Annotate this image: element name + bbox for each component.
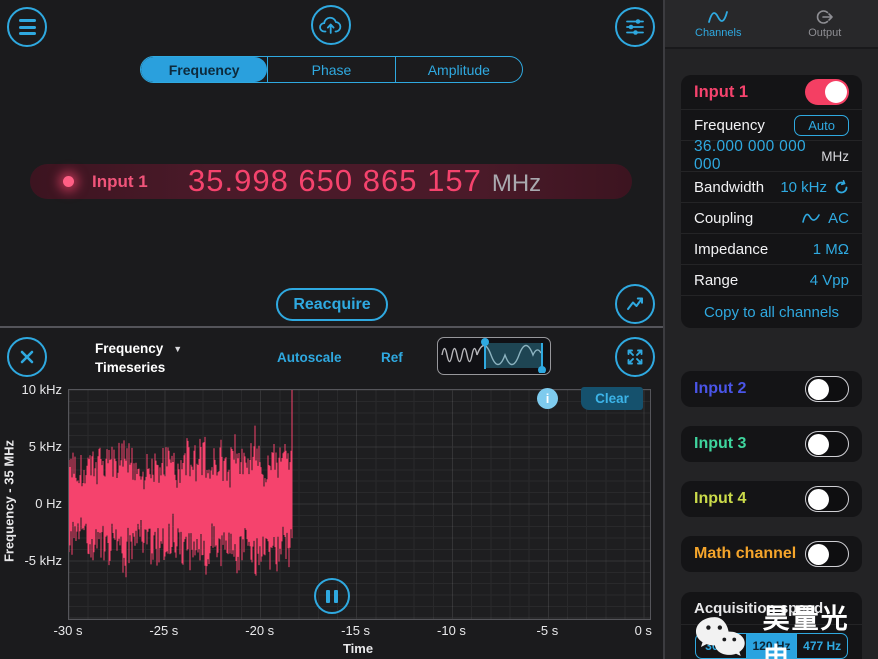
clear-button[interactable]: Clear (581, 387, 643, 410)
frequency-readout: Input 1 35.998 650 865 157 MHz (30, 164, 632, 199)
upload-button[interactable] (311, 5, 351, 45)
output-arrow-icon (816, 9, 833, 24)
range-label: Range (694, 271, 739, 289)
info-button[interactable]: i (537, 388, 558, 409)
x-tick-label: -25 s (149, 623, 179, 638)
sliders-icon (626, 19, 644, 35)
input3-toggle[interactable] (805, 431, 849, 457)
frequency-unit: MHz (821, 148, 849, 164)
y-tick-label: 10 kHz (21, 382, 62, 397)
status-dot (63, 176, 74, 187)
coupling-value[interactable]: AC (828, 210, 849, 227)
y-tick-label: 5 kHz (28, 438, 62, 454)
timebase-preview[interactable] (437, 337, 551, 375)
input3-panel: Input 3 (681, 426, 862, 462)
fullscreen-button[interactable] (615, 337, 655, 377)
refresh-icon[interactable] (834, 179, 849, 195)
pause-icon (326, 589, 330, 603)
readout-channel-label: Input 1 (92, 172, 148, 191)
sidebar-tab-output-label: Output (808, 26, 842, 39)
timeseries-title-line2: Timeseries (95, 360, 166, 375)
y-tick-label: 0 Hz (35, 495, 62, 511)
auto-frequency-button[interactable]: Auto (794, 114, 849, 136)
range-value[interactable]: 4 Vpp (810, 272, 849, 289)
math-channel-label: Math channel (694, 545, 797, 562)
x-tick-label: 0 s (634, 623, 652, 638)
x-tick-label: -30 s (53, 623, 83, 638)
readout-value: 35.998 650 865 157 (188, 163, 482, 198)
menu-button[interactable] (7, 7, 47, 47)
frequency-label: Frequency (694, 116, 765, 134)
copy-to-all-channels-button[interactable]: Copy to all channels (681, 295, 862, 328)
dropdown-caret-icon: ▼ (173, 344, 183, 354)
input3-label: Input 3 (694, 435, 747, 452)
timeseries-plot[interactable]: i Clear (68, 387, 651, 620)
frequency-counter-app: Frequency Phase Amplitude Input 1 35.998… (0, 0, 878, 659)
autoscale-button[interactable]: Autoscale (277, 350, 342, 365)
settings-button[interactable] (615, 7, 655, 47)
tab-amplitude[interactable]: Amplitude (394, 57, 522, 82)
readout-unit: MHz (491, 170, 542, 197)
sine-wave-icon (802, 213, 820, 223)
sine-wave-icon (708, 10, 729, 23)
hamburger-icon (18, 19, 36, 35)
math-channel-toggle[interactable] (805, 541, 849, 567)
timeseries-title-line1: Frequency (95, 341, 164, 356)
x-tick-label: -10 s (437, 623, 466, 638)
input4-panel: Input 4 (681, 481, 862, 517)
tab-frequency[interactable]: Frequency (141, 57, 268, 82)
x-axis-title: Time (342, 641, 374, 656)
y-axis-ticks: 10 kHz 5 kHz 0 Hz -5 kHz (0, 382, 62, 618)
input1-panel: Input 1 Frequency Auto 36.000 000 000 00… (681, 75, 862, 328)
section-divider (0, 326, 663, 328)
close-timeseries-button[interactable] (7, 337, 47, 377)
input2-panel: Input 2 (681, 371, 862, 407)
sidebar-tab-channels-label: Channels (695, 26, 742, 39)
timeseries-title[interactable]: Frequency ▼ Timeseries (95, 340, 182, 376)
x-tick-label: -5 s (536, 623, 559, 638)
pause-icon (334, 589, 338, 603)
impedance-value[interactable]: 1 MΩ (813, 241, 849, 258)
math-channel-panel: Math channel (681, 536, 862, 572)
input2-toggle[interactable] (805, 376, 849, 402)
tab-phase[interactable]: Phase (267, 57, 394, 82)
preview-handle-left[interactable] (481, 338, 489, 346)
expand-arrows-icon (627, 349, 643, 365)
sidebar-tab-channels[interactable]: Channels (665, 0, 772, 47)
input1-title: Input 1 (694, 82, 749, 101)
chart-style-button[interactable] (615, 284, 655, 324)
input2-label: Input 2 (694, 380, 747, 397)
trend-line-icon (627, 297, 643, 310)
input4-label: Input 4 (694, 490, 747, 507)
bandwidth-label: Bandwidth (694, 178, 765, 196)
input4-toggle[interactable] (805, 486, 849, 512)
wechat-icon (695, 617, 745, 656)
coupling-label: Coupling (694, 209, 754, 227)
x-tick-label: -15 s (341, 623, 371, 638)
pause-button[interactable] (314, 578, 350, 614)
impedance-label: Impedance (694, 240, 769, 258)
sidebar-tab-output[interactable]: Output (772, 0, 878, 47)
x-axis-ticks: -30 s -25 s -20 s -15 s -10 s -5 s 0 s (54, 623, 652, 639)
sidebar-tabs: Channels Output (665, 0, 878, 49)
input1-toggle[interactable] (805, 79, 849, 105)
cloud-upload-icon (319, 16, 342, 34)
timebase-preview-wave (441, 338, 546, 374)
ref-button[interactable]: Ref (381, 350, 403, 365)
reacquire-button[interactable]: Reacquire (276, 288, 388, 321)
bandwidth-value[interactable]: 10 kHz (780, 179, 827, 196)
watermark: 昊量光电 (693, 597, 878, 659)
measurement-tabs: Frequency Phase Amplitude (140, 56, 523, 83)
watermark-text: 昊量光电 (762, 604, 850, 659)
y-tick-label: -5 kHz (24, 552, 62, 568)
close-icon (20, 350, 34, 364)
frequency-value[interactable]: 36.000 000 000 000 (694, 138, 815, 174)
x-tick-label: -20 s (245, 623, 275, 638)
sidebar: Channels Output Input 1 Frequency Auto 3… (663, 0, 878, 659)
